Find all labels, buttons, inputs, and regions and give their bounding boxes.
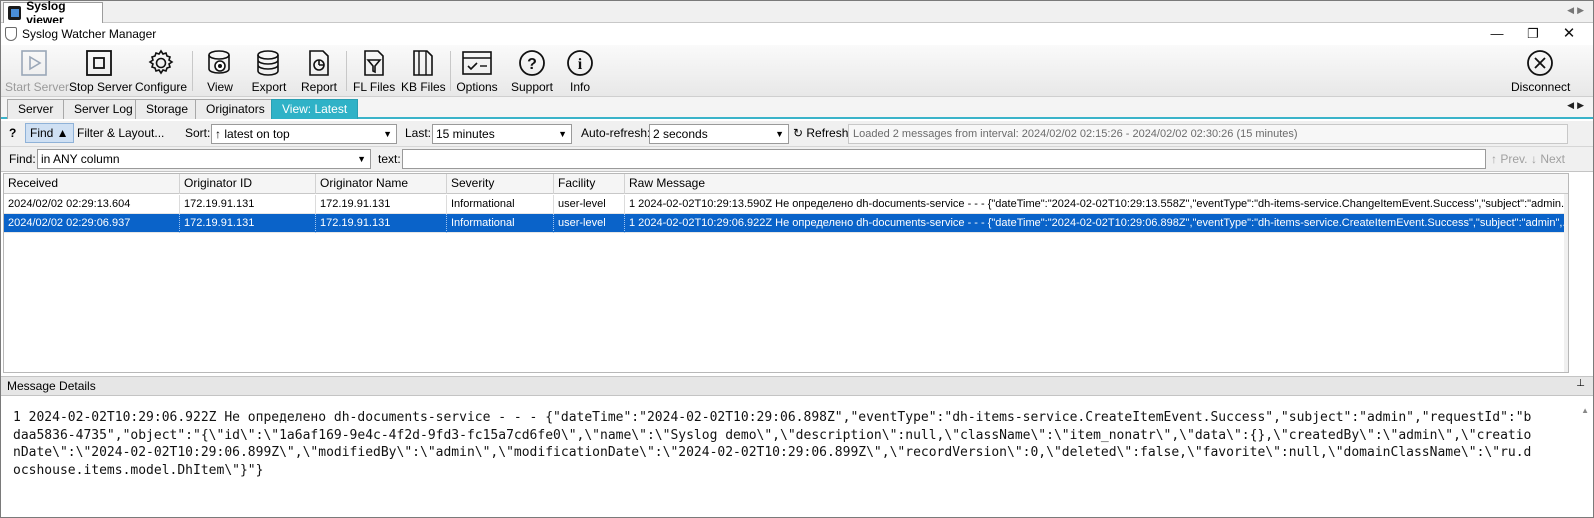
- column-header-severity[interactable]: Severity: [447, 174, 554, 194]
- help-button[interactable]: ?: [9, 124, 16, 144]
- refresh-button[interactable]: ↻ Refresh: [793, 124, 848, 144]
- file-filter-icon: [357, 47, 391, 79]
- prev-button[interactable]: ↑ Prev.: [1491, 150, 1527, 170]
- stop-icon: [82, 47, 116, 79]
- autorefresh-label: Auto-refresh:: [581, 126, 651, 140]
- svg-text:?: ?: [527, 56, 537, 73]
- tab-originators[interactable]: Originators: [195, 99, 276, 119]
- toolbar: Start Server Stop Server Configure View: [1, 45, 1593, 97]
- pin-icon[interactable]: ⊥: [1576, 378, 1585, 389]
- play-icon: [17, 47, 51, 79]
- info-button[interactable]: i Info: [559, 47, 601, 95]
- app-window: Syslog viewer ◀▶ Syslog Watcher Manager …: [0, 0, 1594, 518]
- column-header-originator-name[interactable]: Originator Name: [316, 174, 447, 194]
- view-tab-scroll-arrows[interactable]: ◀▶: [1567, 100, 1587, 111]
- minimize-button[interactable]: —: [1481, 23, 1513, 45]
- window-title: Syslog Watcher Manager: [22, 27, 157, 41]
- view-button[interactable]: View: [199, 47, 241, 95]
- chevron-down-icon: ▼: [383, 129, 392, 139]
- grid-scrollbar[interactable]: [1564, 194, 1568, 372]
- report-button[interactable]: Report: [297, 47, 341, 95]
- cell-raw-message: 1 2024-02-02T10:29:13.590Z Не определено…: [629, 198, 1564, 210]
- details-scroll-up-icon[interactable]: ▲: [1581, 406, 1589, 415]
- toolbar-separator: [192, 51, 193, 91]
- tab-storage[interactable]: Storage: [135, 99, 200, 119]
- database-view-icon: [203, 47, 237, 79]
- disconnect-button[interactable]: Disconnect: [1511, 47, 1570, 95]
- column-header-received[interactable]: Received: [4, 174, 180, 194]
- chevron-down-icon: ▼: [558, 129, 567, 139]
- cell-raw-message: 1 2024-02-02T10:29:06.922Z Не определено…: [629, 217, 1564, 229]
- next-button[interactable]: ↓ Next: [1531, 150, 1565, 170]
- chevron-down-icon: ▼: [357, 154, 366, 164]
- find-label: Find:: [9, 152, 36, 166]
- gear-icon: [144, 47, 178, 79]
- fl-files-button[interactable]: FL Files: [353, 47, 395, 95]
- cell-originator-id: 172.19.91.131: [180, 214, 316, 233]
- toolbar-separator: [346, 51, 347, 91]
- kb-files-button[interactable]: KB Files: [401, 47, 446, 95]
- document-tab-strip: Syslog viewer ◀▶: [1, 0, 1593, 27]
- close-circle-icon: [1523, 47, 1557, 79]
- start-server-button[interactable]: Start Server: [5, 47, 69, 95]
- close-button[interactable]: ✕: [1553, 23, 1585, 45]
- file-book-icon: [406, 47, 440, 79]
- column-header-originator-id[interactable]: Originator ID: [180, 174, 316, 194]
- cell-received: 2024/02/02 02:29:13.604: [4, 195, 180, 214]
- table-row[interactable]: 2024/02/02 02:29:13.604 172.19.91.131 17…: [4, 195, 1568, 214]
- export-icon: [252, 47, 286, 79]
- last-select[interactable]: 15 minutes ▼: [432, 124, 572, 144]
- message-grid: Received Originator ID Originator Name S…: [3, 173, 1569, 373]
- cell-received: 2024/02/02 02:29:06.937: [4, 214, 180, 233]
- grid-header: Received Originator ID Originator Name S…: [4, 174, 1568, 194]
- view-tabs: Server Server Log Storage Originators Vi…: [1, 97, 1593, 119]
- message-details-header: Message Details: [1, 376, 1593, 396]
- question-icon: ?: [515, 47, 549, 79]
- text-label: text:: [378, 152, 401, 166]
- app-icon: [8, 6, 22, 20]
- configure-button[interactable]: Configure: [135, 47, 187, 95]
- cell-facility: user-level: [554, 214, 625, 233]
- svg-text:i: i: [578, 56, 583, 73]
- find-bar: Find: in ANY column ▼ text: ↑ Prev. ↓ Nex…: [1, 147, 1593, 172]
- sort-label: Sort:: [185, 126, 211, 140]
- toolbar-separator: [450, 51, 451, 91]
- cell-originator-name: 172.19.91.131: [316, 195, 447, 214]
- export-button[interactable]: Export: [247, 47, 291, 95]
- message-details-panel[interactable]: 1 2024-02-02T10:29:06.922Z Не определено…: [3, 398, 1569, 516]
- tab-server[interactable]: Server: [7, 99, 65, 119]
- maximize-button[interactable]: ❐: [1517, 23, 1549, 45]
- chevron-down-icon: ▼: [775, 129, 784, 139]
- cell-facility: user-level: [554, 195, 625, 214]
- support-button[interactable]: ? Support: [509, 47, 555, 95]
- column-header-facility[interactable]: Facility: [554, 174, 625, 194]
- tab-scroll-arrows[interactable]: ◀▶: [1567, 5, 1587, 16]
- find-scope-select[interactable]: in ANY column ▼: [37, 149, 371, 169]
- filter-bar: ? Find ▲ Filter & Layout... Sort: ↑ late…: [1, 121, 1593, 147]
- stop-server-button[interactable]: Stop Server: [69, 47, 132, 95]
- cell-severity: Informational: [447, 214, 554, 233]
- cell-severity: Informational: [447, 195, 554, 214]
- options-icon: [460, 47, 494, 79]
- title-bar: Syslog Watcher Manager — ❐ ✕: [1, 23, 1593, 45]
- cell-originator-id: 172.19.91.131: [180, 195, 316, 214]
- filter-layout-button[interactable]: Filter & Layout...: [77, 124, 164, 144]
- find-text-input[interactable]: [402, 149, 1486, 169]
- column-header-raw-message[interactable]: Raw Message: [625, 174, 1568, 194]
- report-icon: [302, 47, 336, 79]
- find-toggle-button[interactable]: Find ▲: [25, 123, 74, 143]
- document-tab[interactable]: Syslog viewer: [3, 0, 103, 27]
- info-icon: i: [563, 47, 597, 79]
- options-button[interactable]: Options: [455, 47, 499, 95]
- tab-view-latest[interactable]: View: Latest: [271, 99, 359, 119]
- status-text: Loaded 2 messages from interval: 2024/02…: [848, 124, 1568, 144]
- tab-server-log[interactable]: Server Log: [63, 99, 144, 119]
- table-row-selected[interactable]: 2024/02/02 02:29:06.937 172.19.91.131 17…: [4, 214, 1568, 233]
- last-label: Last:: [405, 126, 432, 140]
- cell-originator-name: 172.19.91.131: [316, 214, 447, 233]
- autorefresh-select[interactable]: 2 seconds ▼: [649, 124, 789, 144]
- sort-select[interactable]: ↑ latest on top ▼: [211, 124, 397, 144]
- shield-icon: [5, 27, 17, 41]
- message-details-text[interactable]: 1 2024-02-02T10:29:06.922Z Не определено…: [13, 409, 1533, 479]
